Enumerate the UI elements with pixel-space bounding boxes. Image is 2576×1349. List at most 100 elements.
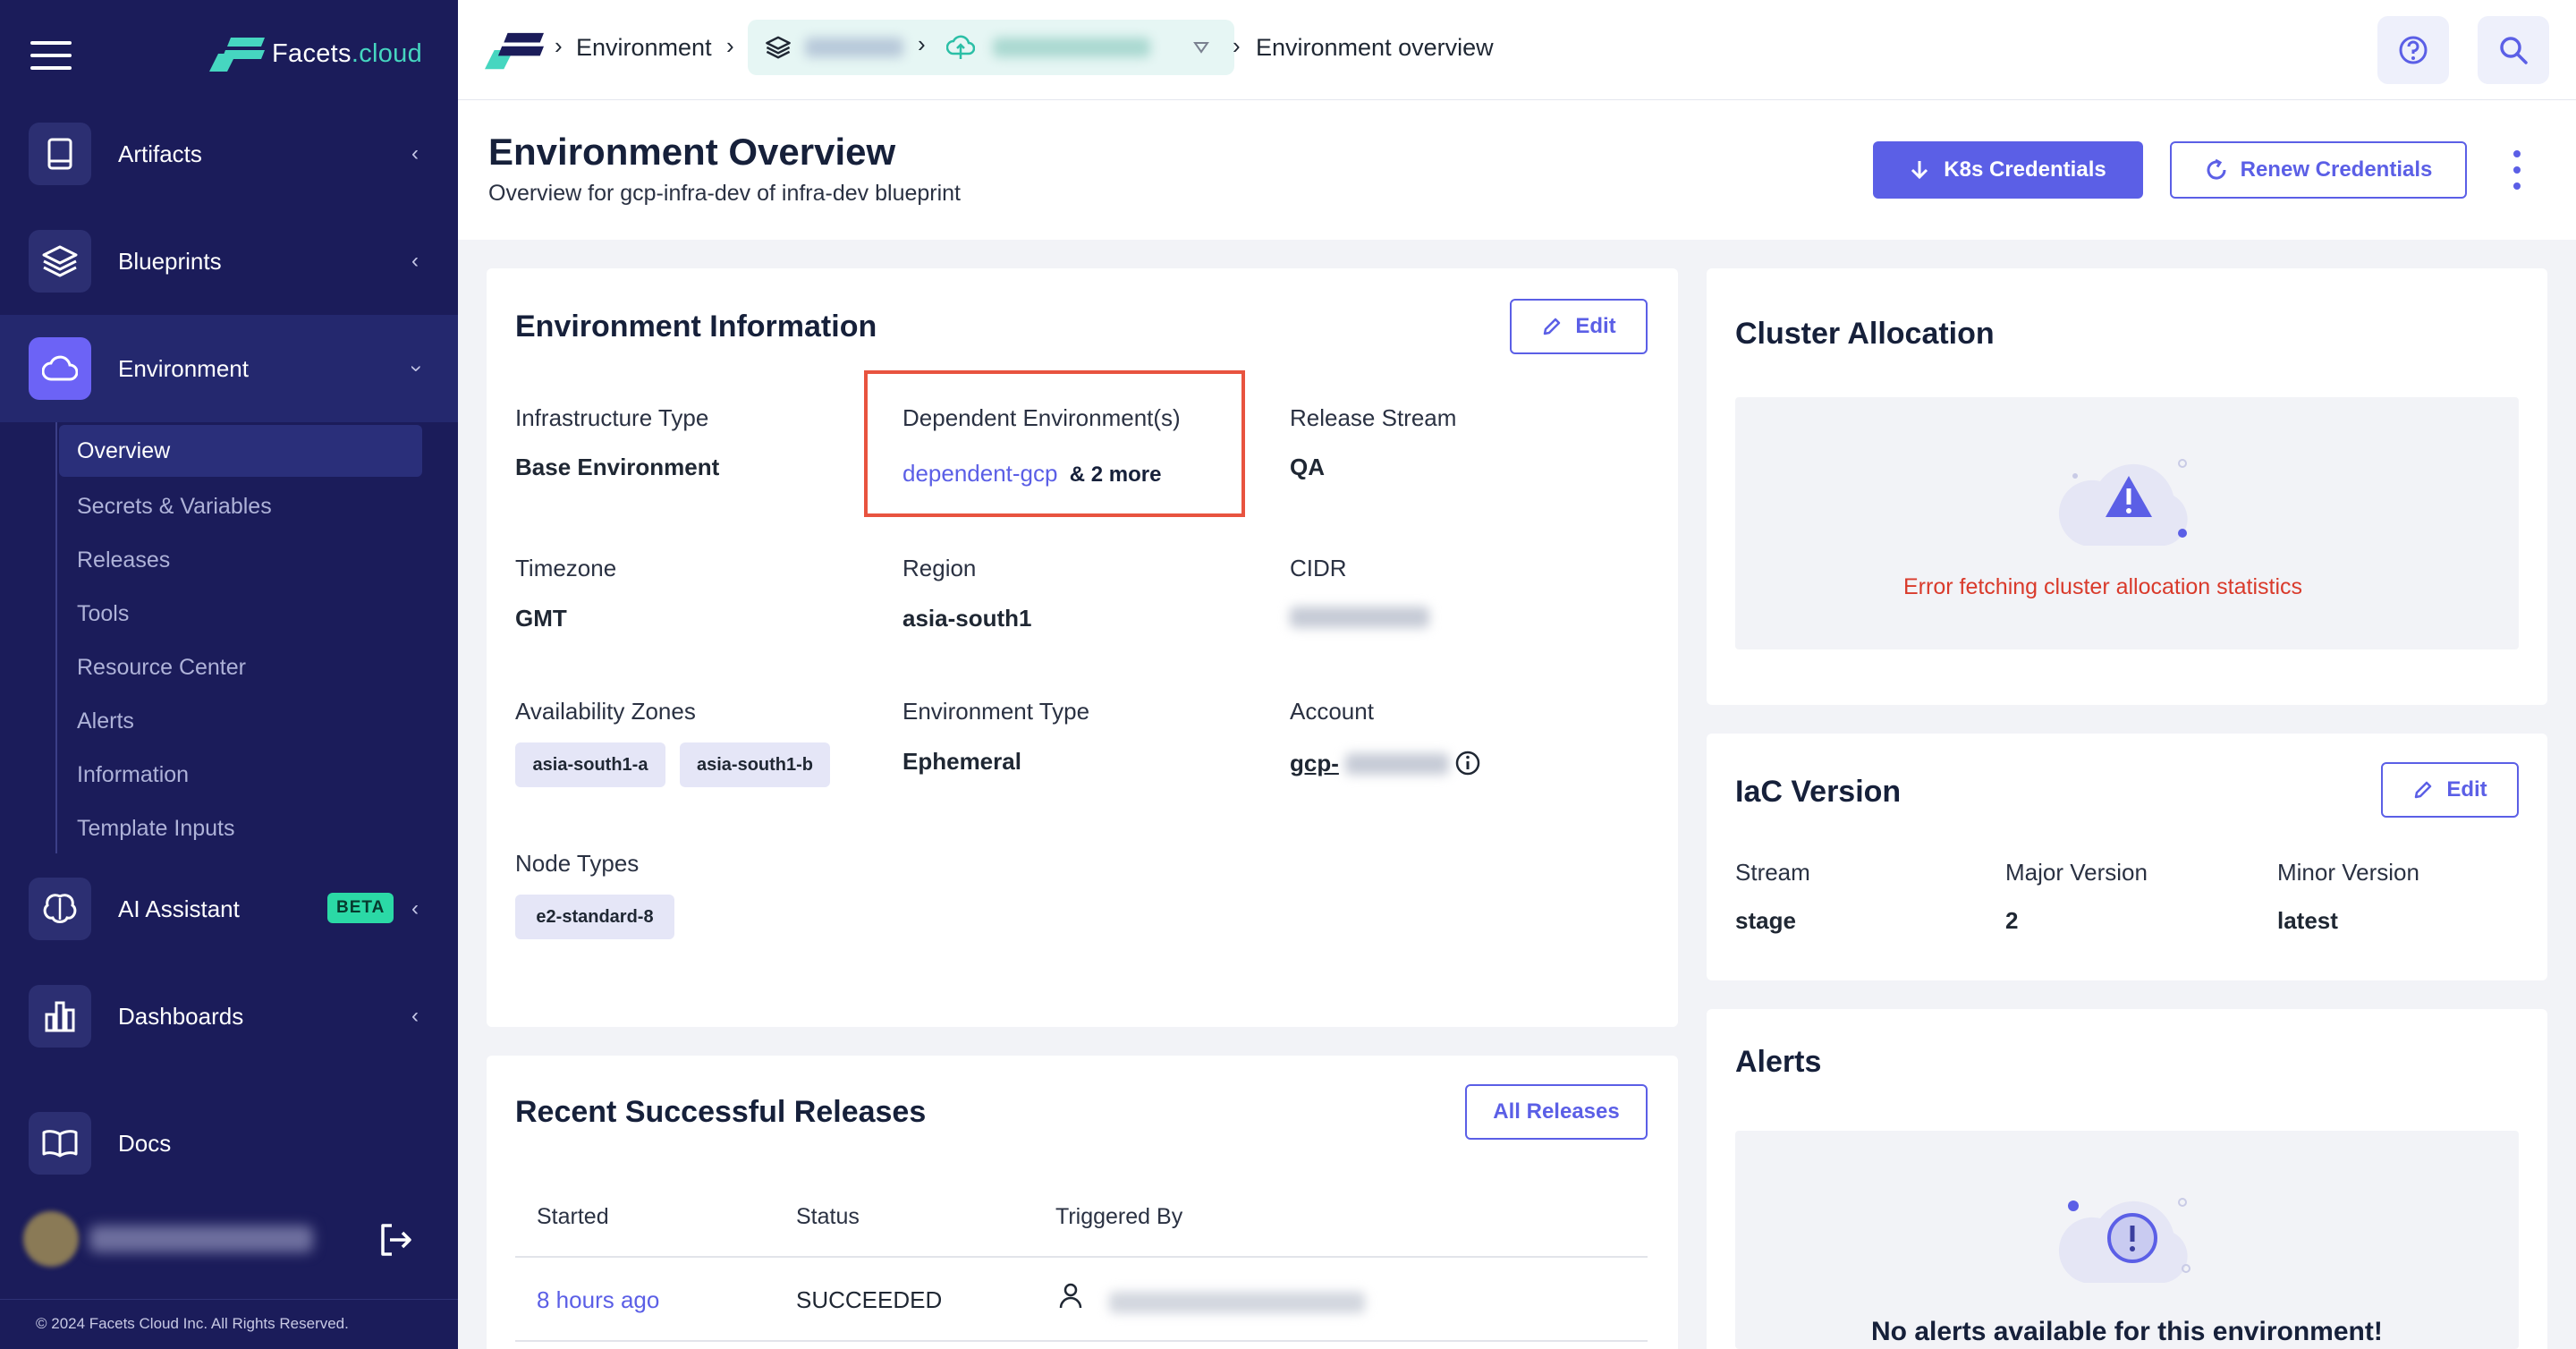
user-profile[interactable] <box>18 1208 438 1270</box>
sidebar-label: Artifacts <box>118 140 202 167</box>
sidebar-item-blueprints[interactable]: Blueprints ‹ <box>0 208 458 315</box>
info-icon[interactable] <box>1454 750 1481 776</box>
az-chip: asia-south1-b <box>680 742 830 787</box>
alert-cloud-icon <box>2058 1198 2190 1283</box>
brand-logo[interactable]: Facets.cloud <box>209 36 422 72</box>
sidebar-label: Docs <box>118 1129 172 1157</box>
all-releases-button[interactable]: All Releases <box>1465 1084 1648 1140</box>
breadcrumb-chevron-icon: › <box>726 32 734 59</box>
dependent-env-more[interactable]: & 2 more <box>1070 462 1162 487</box>
iac-minor-value: latest <box>2277 907 2338 934</box>
page-subtitle: Overview for gcp-infra-dev of infra-dev … <box>488 181 962 206</box>
subnav-item-resource-center[interactable]: Resource Center <box>59 641 422 693</box>
facets-logo-icon <box>209 38 265 72</box>
iac-minor-label: Minor Version <box>2277 859 2419 886</box>
breadcrumb-chevron-icon: › <box>555 32 563 59</box>
layers-icon <box>766 36 791 59</box>
sidebar-item-environment[interactable]: Environment ‹ <box>0 315 458 422</box>
logout-icon[interactable] <box>376 1220 415 1260</box>
download-icon <box>1911 161 1928 180</box>
k8s-credentials-button[interactable]: K8s Credentials <box>1873 141 2143 199</box>
alerts-empty-message: No alerts available for this environment… <box>1871 1317 2383 1346</box>
cidr-value-redacted <box>1290 607 1429 628</box>
cluster-error-message: Error fetching cluster allocation statis… <box>1903 574 2303 599</box>
subnav-item-tools[interactable]: Tools <box>59 588 422 640</box>
card-title: Environment Information <box>515 310 877 344</box>
account-name-redacted <box>1345 753 1449 775</box>
cloud-icon <box>29 337 91 400</box>
sidebar-item-ai-assistant[interactable]: AI Assistant BETA ‹ <box>0 855 458 963</box>
subnav-item-overview[interactable]: Overview <box>59 425 422 477</box>
breadcrumb-environment[interactable]: Environment <box>576 34 712 62</box>
sidebar-item-docs[interactable]: Docs <box>0 1090 458 1197</box>
env-info-edit-button[interactable]: Edit <box>1510 299 1648 354</box>
timezone-label: Timezone <box>515 555 617 581</box>
table-divider <box>515 1340 1648 1342</box>
username-redacted <box>89 1226 313 1252</box>
env-type-value: Ephemeral <box>902 748 1021 775</box>
blueprint-name-redacted <box>805 38 903 57</box>
refresh-icon <box>2207 158 2226 180</box>
release-status: SUCCEEDED <box>796 1286 943 1313</box>
all-releases-label: All Releases <box>1493 1099 1620 1124</box>
dependent-highlight-box <box>864 370 1245 517</box>
environment-selector[interactable]: › <box>748 20 1234 75</box>
menu-icon[interactable] <box>30 41 72 70</box>
chevron-left-icon: ‹ <box>411 1004 419 1028</box>
help-icon <box>2399 36 2428 64</box>
pencil-icon <box>2415 781 2432 799</box>
account-label: Account <box>1290 698 1374 725</box>
card-title: IaC Version <box>1735 775 1902 809</box>
search-button[interactable] <box>2478 16 2549 84</box>
open-book-icon <box>29 1112 91 1175</box>
chevron-left-icon: ‹ <box>411 141 419 165</box>
copyright-text: © 2024 Facets Cloud Inc. All Rights Rese… <box>36 1315 349 1332</box>
brand-name: Facets.cloud <box>272 38 423 68</box>
sidebar: Facets.cloud Artifacts ‹ Blueprints ‹ En… <box>0 0 458 1349</box>
subnav-item-template-inputs[interactable]: Template Inputs <box>59 802 422 854</box>
iac-edit-button[interactable]: Edit <box>2381 762 2519 818</box>
dependent-env-link[interactable]: dependent-gcp <box>902 460 1057 487</box>
iac-major-label: Major Version <box>2005 859 2148 886</box>
beta-badge: BETA <box>327 893 394 923</box>
sidebar-label: AI Assistant <box>118 895 240 922</box>
page-header: Environment Overview Overview for gcp-in… <box>458 100 2576 240</box>
book-icon <box>29 123 91 185</box>
page-title: Environment Overview <box>488 131 896 173</box>
region-label: Region <box>902 555 977 581</box>
warning-cloud-icon <box>2058 459 2188 546</box>
sidebar-label: Dashboards <box>118 1002 244 1030</box>
breadcrumb-chevron-icon: › <box>918 30 926 57</box>
node-type-chip: e2-standard-8 <box>515 895 674 939</box>
dependent-env-value: dependent-gcp & 2 more <box>902 460 1161 488</box>
cloud-upload-icon <box>946 35 975 59</box>
more-options-icon[interactable] <box>2508 150 2526 190</box>
subnav-item-alerts[interactable]: Alerts <box>59 695 422 747</box>
subnav-item-releases[interactable]: Releases <box>59 534 422 586</box>
chevron-left-icon: ‹ <box>411 249 419 273</box>
column-header: Started <box>537 1204 609 1229</box>
sidebar-label: Blueprints <box>118 247 222 275</box>
renew-credentials-label: Renew Credentials <box>2240 157 2433 182</box>
sidebar-item-dashboards[interactable]: Dashboards ‹ <box>0 963 458 1070</box>
account-value[interactable]: gcp- <box>1290 750 1339 777</box>
help-button[interactable] <box>2377 16 2449 84</box>
top-header: › Environment › › › Environment overview <box>458 0 2576 100</box>
column-header: Triggered By <box>1055 1204 1183 1229</box>
subnav-item-secrets[interactable]: Secrets & Variables <box>59 480 422 532</box>
node-types-label: Node Types <box>515 850 640 877</box>
avatar <box>23 1211 79 1267</box>
chevron-down-icon: ‹ <box>402 365 427 372</box>
facets-logo-icon[interactable] <box>485 30 544 70</box>
region-value: asia-south1 <box>902 605 1032 632</box>
card-title: Cluster Allocation <box>1735 317 1995 351</box>
release-started[interactable]: 8 hours ago <box>537 1286 659 1314</box>
environment-name-redacted <box>993 38 1150 57</box>
subnav-item-information[interactable]: Information <box>59 749 422 801</box>
divider <box>0 1299 458 1300</box>
renew-credentials-button[interactable]: Renew Credentials <box>2170 141 2467 199</box>
chevron-left-icon: ‹ <box>411 896 419 921</box>
column-header: Status <box>796 1204 860 1229</box>
sidebar-item-artifacts[interactable]: Artifacts ‹ <box>0 100 458 208</box>
edit-label: Edit <box>1575 314 1616 338</box>
